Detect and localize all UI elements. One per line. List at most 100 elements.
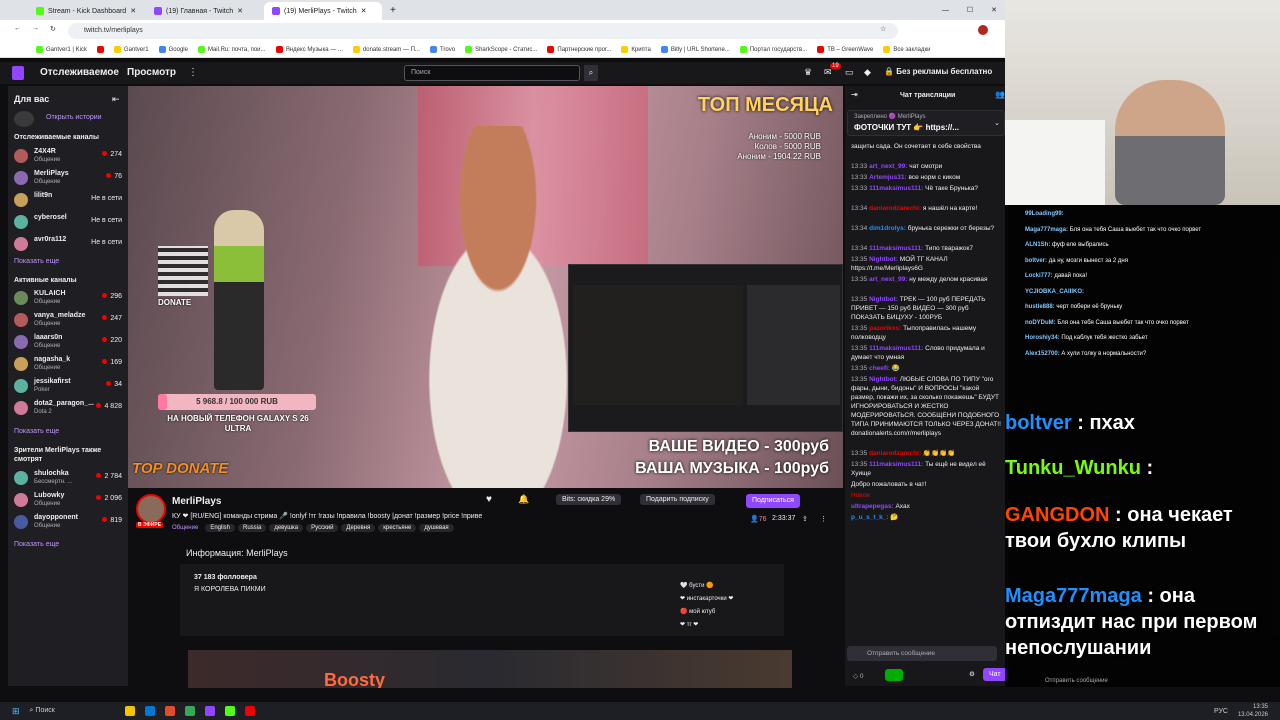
boosty-panel[interactable]: Boosty	[188, 650, 792, 688]
chat-username[interactable]: Nightbot:	[869, 296, 898, 303]
gift-sub-button[interactable]: Подарить подписку	[640, 494, 715, 505]
bookmark-item[interactable]: Все закладки	[883, 46, 930, 53]
chat-username[interactable]: art_next_99:	[869, 276, 907, 283]
show-more-active[interactable]: Показать еще	[14, 428, 59, 435]
chat-username[interactable]: p_u_s_t_k_:	[851, 514, 889, 521]
chat-users-icon[interactable]: 👥	[995, 90, 1005, 99]
chat-username[interactable]: daniarodzarechi:	[869, 205, 921, 212]
bookmark-item[interactable]: donate.stream — П...	[352, 46, 420, 53]
social-link[interactable]: ❤ инстакарточки ❤	[680, 593, 733, 606]
points-claim-icon[interactable]	[885, 669, 903, 681]
chat-username[interactable]: daniarodzarechi:	[869, 450, 921, 457]
language-indicator[interactable]: РУС	[1214, 708, 1228, 715]
more-options-icon[interactable]: ⋮	[820, 515, 827, 523]
stream-tag[interactable]: Русский	[306, 524, 339, 532]
stream-tag[interactable]: крестьяне	[378, 524, 417, 532]
followed-channel-item[interactable]: lilit9n Не в сети	[12, 190, 124, 212]
edge-icon[interactable]	[144, 706, 155, 716]
reload-icon[interactable]: ↻	[50, 25, 56, 33]
start-icon[interactable]: ⊞	[12, 706, 20, 717]
chat-username[interactable]: cheefi:	[869, 365, 890, 372]
tab-close-icon[interactable]: ✕	[361, 7, 367, 15]
active-channel-item[interactable]: jessikafirst Poker 34	[12, 376, 124, 398]
nav-browse[interactable]: Просмотр	[127, 67, 176, 78]
collapse-sidebar-icon[interactable]: ⇤	[112, 94, 120, 105]
chat-settings-icon[interactable]: ⚙	[969, 670, 975, 679]
inbox-icon[interactable]: ✉	[824, 67, 832, 78]
chat-username[interactable]: 111maksimus111:	[869, 461, 923, 468]
chat-username[interactable]: 111maksimus111:	[869, 245, 923, 252]
active-channel-item[interactable]: dota2_paragon_... Dota 2 4 828	[12, 398, 124, 420]
tab-close-icon[interactable]: ✕	[130, 7, 136, 15]
browser-tab[interactable]: Stream - Kick Dashboard ✕	[28, 2, 146, 20]
chat-username[interactable]: Nightbot:	[869, 376, 898, 383]
minimize-button[interactable]: —	[942, 7, 949, 14]
bookmark-item[interactable]: Bitly | URL Shortene...	[660, 46, 730, 53]
active-channel-item[interactable]: nagasha_k Общение 169	[12, 354, 124, 376]
bookmark-item[interactable]: Google	[158, 46, 188, 53]
search-input[interactable]: Поиск	[404, 65, 580, 81]
twitch-app-icon[interactable]	[204, 706, 215, 716]
followed-channel-item[interactable]: Z4X4R Общение 274	[12, 146, 124, 168]
followed-channel-item[interactable]: MerliPlays Общение 76	[12, 168, 124, 190]
stream-tag[interactable]: Деревня	[341, 524, 376, 532]
streamer-name[interactable]: MerliPlays	[172, 496, 221, 507]
bell-icon[interactable]: 🔔	[518, 494, 529, 505]
chat-username[interactable]: Nightbot:	[869, 256, 898, 263]
bookmark-item[interactable]: Портал государств...	[739, 46, 807, 53]
followed-channel-item[interactable]: avr0ra112 Не в сети	[12, 234, 124, 256]
collapse-chat-icon[interactable]: ⇥	[851, 90, 858, 99]
active-channel-item[interactable]: vanya_meladze Общение 247	[12, 310, 124, 332]
active-channel-item[interactable]: KULAICH Общение 296	[12, 288, 124, 310]
stream-tag[interactable]: душевая	[419, 524, 454, 532]
pinned-message[interactable]: Закреплено 🟣 MerliPlays ФОТОЧКИ ТУТ 👉 ht…	[847, 110, 1005, 136]
chevron-down-icon[interactable]: ⌄	[994, 119, 1000, 128]
chat-input[interactable]: Отправить сообщение	[847, 646, 997, 661]
show-more-viewers[interactable]: Показать еще	[14, 541, 59, 548]
clock[interactable]: 13:35 13.04.2026	[1238, 703, 1268, 719]
bookmark-item[interactable]: TB – GreenWave	[817, 46, 873, 53]
bookmark-item[interactable]: Партнерские прог...	[547, 46, 611, 53]
chat-send-button[interactable]: Чат	[983, 668, 1007, 681]
bits-icon[interactable]: ◆	[864, 67, 871, 78]
obs-icon[interactable]	[244, 706, 255, 716]
url-field[interactable]: twitch.tv/merliplays	[68, 23, 898, 39]
nav-following[interactable]: Отслеживаемое	[40, 67, 119, 78]
chat-username[interactable]: pazorikxs:	[869, 325, 901, 332]
forward-icon[interactable]: →	[32, 25, 39, 32]
browser-tab[interactable]: (19) MerliPlays - Twitch ✕	[264, 2, 382, 20]
open-history-link[interactable]: Открыть истории	[46, 114, 102, 121]
chat-username[interactable]: art_next_99:	[869, 163, 907, 170]
bookmark-item[interactable]: Gantver1 | Kick	[36, 46, 87, 53]
video-player[interactable]: DONATE ТОП МЕСЯЦА Аноним - 5000 RUB Колов…	[128, 86, 843, 488]
subscribe-button[interactable]: Подписаться	[746, 494, 800, 508]
social-link[interactable]: 🔴 мой ютуб	[680, 606, 733, 619]
no-ads-button[interactable]: 🔒 Без рекламы бесплатно	[884, 67, 992, 76]
whisper-icon[interactable]: ▭	[845, 67, 854, 78]
profile-avatar[interactable]	[978, 25, 988, 35]
recommended-channel-item[interactable]: dayopponent Общение 819	[12, 512, 124, 534]
bits-button[interactable]: Bits: скидка 29%	[556, 494, 622, 505]
history-avatar[interactable]	[14, 111, 34, 127]
browser-tab[interactable]: (19) Главная - Twitch ✕	[146, 2, 264, 20]
stream-tag[interactable]: девушка	[269, 524, 304, 532]
more-icon[interactable]: ⋮	[188, 67, 198, 78]
kick-app-icon[interactable]	[224, 706, 235, 716]
bookmark-item[interactable]: Крипта	[621, 46, 651, 53]
followed-channel-item[interactable]: cyberosel Не в сети	[12, 212, 124, 234]
tab-close-icon[interactable]: ✕	[237, 7, 243, 15]
chat-username[interactable]: 111maksimus111:	[869, 345, 923, 352]
bookmark-item[interactable]	[96, 46, 104, 53]
app-icon[interactable]	[164, 706, 175, 716]
share-icon[interactable]: ⇪	[802, 515, 808, 523]
chat-username[interactable]: ultrapepegas:	[851, 503, 894, 510]
bookmark-item[interactable]: SharkScope - Статис...	[465, 46, 537, 53]
chat-username[interactable]: 111maksimus111:	[869, 185, 923, 192]
active-channel-item[interactable]: laaars0n Общение 220	[12, 332, 124, 354]
chrome-icon[interactable]	[184, 706, 195, 716]
bookmark-item[interactable]: Trovo	[429, 46, 455, 53]
streamer-avatar[interactable]	[136, 494, 166, 524]
social-link[interactable]: 🤍 бусти 🟠	[680, 580, 733, 593]
stream-tag[interactable]: English	[205, 524, 235, 532]
bookmark-item[interactable]: Mail.Ru: почта, пои...	[197, 46, 266, 53]
